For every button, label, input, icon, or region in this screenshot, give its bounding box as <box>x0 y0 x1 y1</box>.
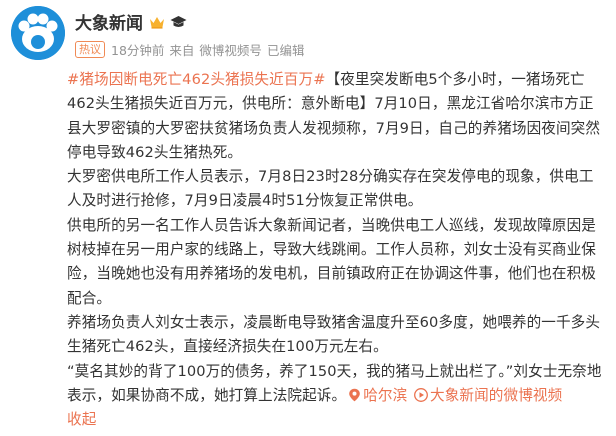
location-link[interactable]: 哈尔滨 <box>363 387 407 404</box>
topic-link[interactable]: #猪场因断电死亡462头猪损失近百万# <box>67 71 326 88</box>
account-name[interactable]: 大象新闻 <box>75 9 143 34</box>
video-link[interactable]: 大象新闻的微博视频 <box>430 387 562 404</box>
post-body: #猪场因断电死亡462头猪损失近百万#【夜里突发断电5个多小时，一猪场死亡462… <box>67 68 608 432</box>
paragraph-2: 大罗密供电所工作人员表示，7月8日23时28分确实存在突发停电的现象，供电工人及… <box>67 168 594 210</box>
paragraph-5: “莫名其妙的背了100万的债务，养了150天，我的猪马上就出栏了。”刘女士无奈地… <box>67 360 608 433</box>
paragraph-3: 供电所的另一名工作人员告诉大象新闻记者，当晚供电工人巡线，发现故障原因是树枝掉在… <box>67 216 596 307</box>
post-time[interactable]: 18分钟前 <box>111 40 164 59</box>
video-play-icon <box>414 387 428 402</box>
edited-label[interactable]: 已编辑 <box>267 40 305 59</box>
source-prefix: 来自 <box>169 43 195 58</box>
post-source[interactable]: 微博视频号 <box>199 40 262 59</box>
collapse-link[interactable]: 收起 <box>67 411 96 428</box>
elephant-logo-icon <box>11 6 65 60</box>
paragraph-4: 养猪场负责人刘女士表示，凌晨断电导致猪舍温度升至60多度，她喂养的一千多头生猪死… <box>67 313 601 356</box>
crown-icon <box>150 16 164 29</box>
avatar[interactable]: V <box>11 6 65 60</box>
hot-discussion-tag: 热议 <box>75 41 105 58</box>
location-pin-icon <box>349 388 360 402</box>
graduation-cap-icon <box>170 15 187 27</box>
post-header: V 大象新闻 热议 18分钟前 来自 微博视频号 已编辑 <box>0 0 616 72</box>
paragraph-1: #猪场因断电死亡462头猪损失近百万#【夜里突发断电5个多小时，一猪场死亡462… <box>67 68 608 165</box>
